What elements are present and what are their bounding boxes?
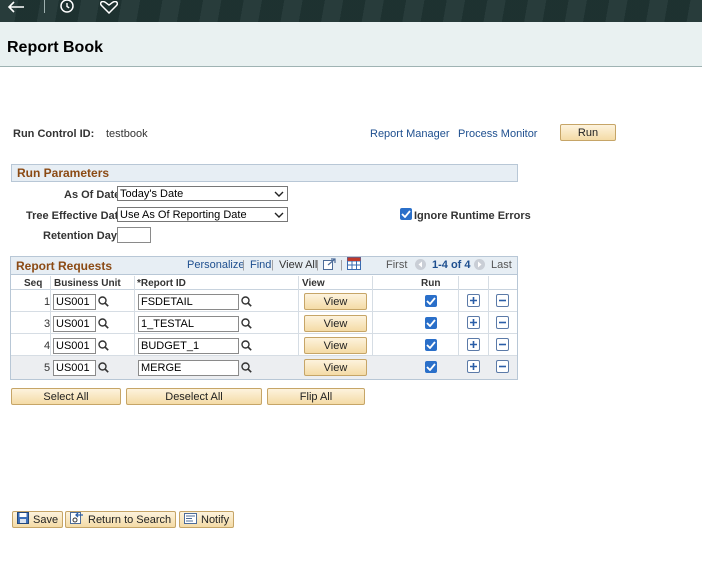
run-parameters-header: Run Parameters xyxy=(11,164,518,182)
business-unit-input[interactable]: US001 xyxy=(53,338,96,354)
report-id-input[interactable]: FSDETAIL xyxy=(138,294,239,310)
as-of-date-label: As Of Date xyxy=(64,189,121,201)
separator: | xyxy=(271,259,274,271)
retention-days-label: Retention Days xyxy=(43,230,124,242)
search-icon[interactable] xyxy=(241,296,252,310)
chevron-down-icon xyxy=(274,189,284,201)
column-header-report-id: *Report ID xyxy=(137,278,186,289)
flip-all-button[interactable]: Flip All xyxy=(267,388,365,405)
row-seq: 4 xyxy=(44,340,51,352)
search-icon[interactable] xyxy=(98,340,109,354)
add-row-icon[interactable] xyxy=(467,338,480,351)
delete-row-icon[interactable] xyxy=(496,316,509,329)
column-header-seq: Seq xyxy=(24,278,43,289)
run-checkbox[interactable] xyxy=(425,361,437,373)
previous-page-icon[interactable] xyxy=(415,259,426,270)
notify-button[interactable]: Notify xyxy=(179,511,235,528)
separator: | xyxy=(340,259,343,271)
history-clock-icon[interactable] xyxy=(56,0,78,14)
notify-icon xyxy=(184,512,197,527)
select-all-button[interactable]: Select All xyxy=(11,388,121,405)
report-id-input[interactable]: MERGE xyxy=(138,360,239,376)
notify-label: Notify xyxy=(201,513,230,526)
last-page-label[interactable]: Last xyxy=(491,259,512,271)
retention-days-input[interactable] xyxy=(117,227,151,243)
spreadsheet-icon[interactable] xyxy=(347,257,361,273)
search-icon[interactable] xyxy=(241,362,252,376)
page-title: Report Book xyxy=(7,39,103,56)
search-icon[interactable] xyxy=(241,340,252,354)
return-to-search-label: Return to Search xyxy=(88,513,172,526)
run-parameters-title: Run Parameters xyxy=(17,166,110,180)
checkmark-icon xyxy=(426,363,436,371)
top-navigation-bar xyxy=(0,0,702,22)
search-icon[interactable] xyxy=(98,318,109,332)
row-seq: 1 xyxy=(44,296,51,308)
column-header-run: Run xyxy=(421,278,441,289)
run-button[interactable]: Run xyxy=(560,124,616,141)
ignore-runtime-errors-checkbox[interactable] xyxy=(400,208,412,220)
report-id-input[interactable]: BUDGET_1 xyxy=(138,338,239,354)
process-monitor-link[interactable]: Process Monitor xyxy=(458,128,537,140)
tree-effective-date-label: Tree Effective Date xyxy=(26,210,125,222)
return-to-search-button[interactable]: Return to Search xyxy=(65,511,177,528)
chevron-down-icon xyxy=(274,210,284,222)
checkmark-icon xyxy=(426,319,436,327)
tree-effective-date-value: Use As Of Reporting Date xyxy=(120,208,247,221)
delete-row-icon[interactable] xyxy=(496,360,509,373)
separator: | xyxy=(242,259,245,271)
business-unit-input[interactable]: US001 xyxy=(53,316,96,332)
delete-row-icon[interactable] xyxy=(496,338,509,351)
run-checkbox[interactable] xyxy=(425,339,437,351)
view-button[interactable]: View xyxy=(304,293,367,310)
row-seq: 3 xyxy=(44,318,51,330)
find-link[interactable]: Find xyxy=(250,259,271,271)
deselect-all-button[interactable]: Deselect All xyxy=(126,388,262,405)
checkmark-icon xyxy=(401,210,411,218)
personalize-link[interactable]: Personalize xyxy=(187,259,244,271)
add-row-icon[interactable] xyxy=(467,316,480,329)
separator: | xyxy=(316,259,319,271)
run-control-id-value: testbook xyxy=(106,128,148,140)
checkmark-icon xyxy=(426,341,436,349)
checkmark-icon xyxy=(426,297,436,305)
page-header: Report Book xyxy=(0,22,702,67)
save-label: Save xyxy=(33,513,59,526)
run-checkbox[interactable] xyxy=(425,317,437,329)
next-page-icon[interactable] xyxy=(474,259,485,270)
first-page-label[interactable]: First xyxy=(386,259,407,271)
return-to-search-icon xyxy=(70,512,84,527)
ignore-runtime-errors-label: Ignore Runtime Errors xyxy=(414,210,531,222)
search-icon[interactable] xyxy=(241,318,252,332)
search-icon[interactable] xyxy=(98,296,109,310)
page-range-label: 1-4 of 4 xyxy=(432,259,471,271)
column-header-view: View xyxy=(302,278,325,289)
save-icon xyxy=(17,512,29,527)
view-button[interactable]: View xyxy=(304,315,367,332)
business-unit-input[interactable]: US001 xyxy=(53,360,96,376)
view-all-link[interactable]: View All xyxy=(279,259,317,271)
as-of-date-value: Today's Date xyxy=(120,187,184,200)
row-seq: 5 xyxy=(44,362,51,374)
tree-effective-date-select[interactable]: Use As Of Reporting Date xyxy=(117,207,288,222)
toolbar-divider xyxy=(44,0,45,13)
favorite-heart-icon[interactable] xyxy=(98,0,120,14)
view-button[interactable]: View xyxy=(304,337,367,354)
delete-row-icon[interactable] xyxy=(496,294,509,307)
report-id-input[interactable]: 1_TESTAL xyxy=(138,316,239,332)
new-window-icon[interactable] xyxy=(323,258,336,273)
run-control-id-label: Run Control ID: xyxy=(13,128,95,140)
save-button[interactable]: Save xyxy=(12,511,64,528)
back-arrow-icon[interactable] xyxy=(6,0,26,14)
search-icon[interactable] xyxy=(98,362,109,376)
add-row-icon[interactable] xyxy=(467,294,480,307)
as-of-date-select[interactable]: Today's Date xyxy=(117,186,288,201)
business-unit-input[interactable]: US001 xyxy=(53,294,96,310)
add-row-icon[interactable] xyxy=(467,360,480,373)
report-requests-title: Report Requests xyxy=(16,258,113,273)
column-header-business-unit: Business Unit xyxy=(54,278,121,289)
report-manager-link[interactable]: Report Manager xyxy=(370,128,450,140)
run-checkbox[interactable] xyxy=(425,295,437,307)
view-button[interactable]: View xyxy=(304,359,367,376)
